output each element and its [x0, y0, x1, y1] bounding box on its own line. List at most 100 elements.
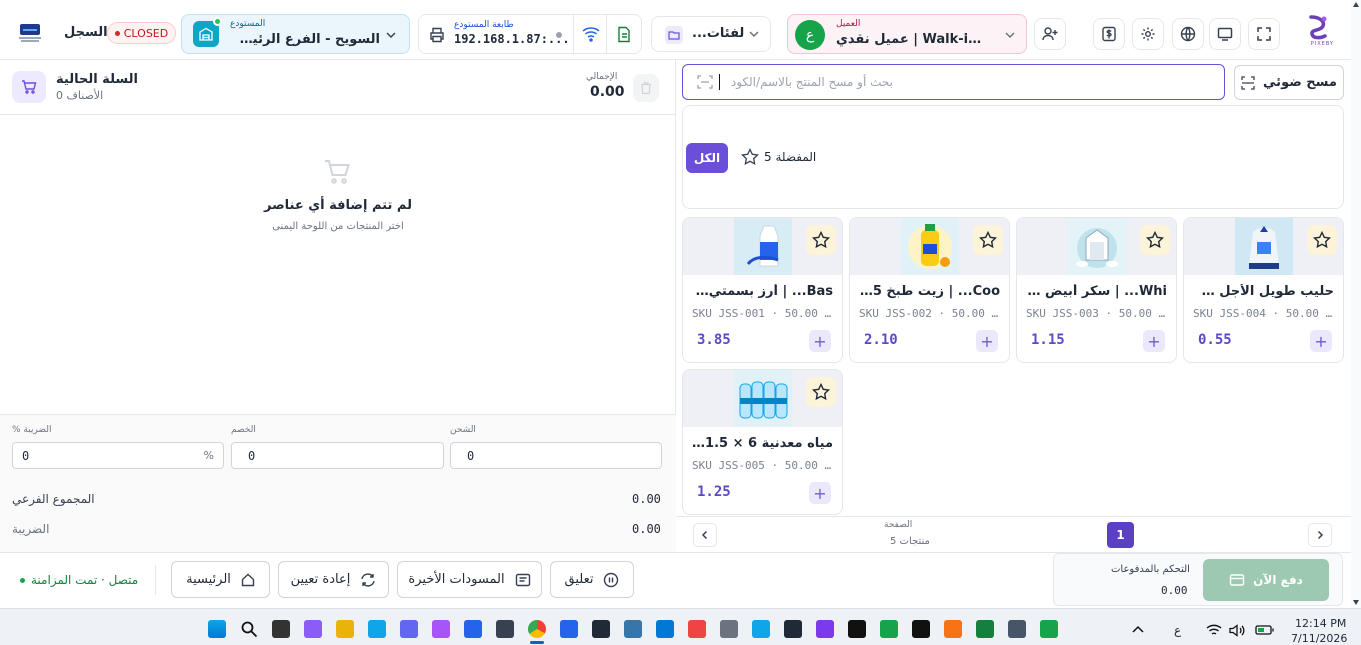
app-icon[interactable] — [752, 620, 770, 638]
chatgpt-icon[interactable] — [848, 620, 866, 638]
settings-button[interactable] — [1132, 18, 1164, 50]
add-to-cart-button[interactable]: + — [809, 482, 831, 504]
product-card[interactable]: مياه معدنية 6 × 1.5 لتر ... SKU JSS-005 ·… — [682, 369, 843, 515]
page-scrollbar[interactable] — [1351, 0, 1361, 608]
teams-icon[interactable] — [400, 620, 418, 638]
tax-input[interactable]: 0 % — [12, 442, 224, 469]
favorite-button[interactable] — [1140, 225, 1170, 255]
task-view-icon[interactable] — [272, 620, 290, 638]
product-card[interactable]: حليب طويل الأجل 1 لتر |... SKU JSS-004 · … — [1183, 217, 1344, 363]
home-button[interactable]: الرئيسية — [171, 561, 270, 598]
printer-caption: طابعة المستودع — [454, 20, 514, 30]
app-icon[interactable] — [1008, 620, 1026, 638]
product-search-input[interactable]: بحث أو مسح المنتج بالاسم/الكود — [682, 64, 1225, 100]
warehouse-online-dot — [213, 17, 222, 26]
add-to-cart-button[interactable]: + — [1310, 330, 1332, 352]
chrome-icon[interactable] — [528, 620, 546, 638]
taskbar-lang[interactable]: ع — [1174, 623, 1181, 637]
product-sku: SKU JSS-004 · 50.00 ... — [1193, 307, 1334, 320]
product-sku: SKU JSS-001 · 50.00 ... — [692, 307, 833, 320]
clear-cart-button[interactable] — [633, 74, 659, 102]
reset-button[interactable]: إعادة تعيين — [278, 561, 389, 598]
copilot-icon[interactable] — [304, 620, 322, 638]
terminal-icon[interactable] — [496, 620, 514, 638]
filter-favorites-chip[interactable]: المفضلة 5 — [764, 150, 816, 164]
prev-page-button[interactable] — [693, 523, 717, 547]
filter-all-chip[interactable]: الكل — [686, 143, 728, 173]
language-button[interactable] — [1172, 18, 1204, 50]
scan-button[interactable]: مسح ضوئي — [1234, 65, 1344, 100]
favorite-button[interactable] — [1307, 225, 1337, 255]
windows-taskbar: 12:14 PM 7/11/2026 ع — [0, 608, 1361, 645]
vscode-icon[interactable] — [560, 620, 578, 638]
next-page-button[interactable] — [1308, 523, 1332, 547]
subtotal-label: المجموع الفرعي — [12, 492, 95, 506]
product-card[interactable]: Coo... | زيت طبخ 1.5 لتر SKU JSS-002 · 50… — [849, 217, 1010, 363]
register-closed-badge: CLOSED — [107, 22, 176, 44]
discount-input[interactable]: 0 — [231, 442, 444, 469]
warehouse-value: السويح - الفرع الرئيسي ... — [230, 32, 380, 47]
discount-label: الخصم — [231, 425, 256, 435]
windows-start-icon[interactable] — [208, 620, 226, 638]
battery-icon — [1255, 625, 1274, 635]
customer-select[interactable]: ع العميل عميل نقدي | Walk-in C... — [787, 14, 1027, 54]
excel-icon[interactable] — [976, 620, 994, 638]
star-icon — [812, 231, 830, 249]
sync-status: متصل · تمت المزامنة — [20, 573, 138, 587]
anydesk-icon[interactable] — [688, 620, 706, 638]
tax-row-value: 0.00 — [632, 522, 661, 536]
closed-text: CLOSED — [123, 26, 169, 40]
product-card[interactable]: Bas... | أرز بسمتي 5 كجم SKU JSS-001 · 50… — [682, 217, 843, 363]
app-icon[interactable] — [1040, 620, 1058, 638]
warehouse-select[interactable]: المستودع السويح - الفرع الرئيسي ... — [181, 14, 410, 54]
suspend-button[interactable]: تعليق — [550, 561, 634, 598]
display-button[interactable] — [1209, 18, 1241, 50]
product-card[interactable]: Whi... | سكر أبيض 2 كجم SKU JSS-003 · 50.… — [1016, 217, 1177, 363]
favorite-button[interactable] — [806, 225, 836, 255]
remote-desktop-icon[interactable] — [464, 620, 482, 638]
app-icon[interactable] — [784, 620, 802, 638]
plus-icon: + — [980, 331, 994, 351]
customer-caption: العميل — [836, 19, 861, 29]
cart-panel: السلة الحالية الأصناف 0 الإجمالي 0.00 لم… — [0, 60, 676, 552]
app-icon[interactable] — [880, 620, 898, 638]
favorite-button[interactable] — [973, 225, 1003, 255]
product-sku: SKU JSS-003 · 50.00 ... — [1026, 307, 1167, 320]
warehouse-printer[interactable]: طابعة المستودع 192.168.1.87:... — [418, 14, 642, 54]
categories-select[interactable]: ...لفئات — [651, 16, 771, 52]
edge-icon[interactable] — [368, 620, 386, 638]
search-icon[interactable] — [240, 620, 258, 638]
taskbar-time: 12:14 PM — [1295, 617, 1347, 630]
globe-icon — [1180, 26, 1196, 42]
chevron-up-icon[interactable] — [1132, 625, 1144, 633]
product-image — [734, 370, 792, 427]
app-icon[interactable] — [720, 620, 738, 638]
recent-drafts-button[interactable]: المسودات الأخيرة — [397, 561, 542, 598]
file-explorer-icon[interactable] — [336, 620, 354, 638]
app-icon[interactable] — [816, 620, 834, 638]
python-icon[interactable] — [624, 620, 642, 638]
pay-now-button[interactable]: دفع الآن — [1203, 559, 1329, 601]
add-to-cart-button[interactable]: + — [809, 330, 831, 352]
add-to-cart-button[interactable]: + — [976, 330, 998, 352]
plus-icon: + — [813, 483, 827, 503]
app-icon[interactable] — [592, 620, 610, 638]
favorite-button[interactable] — [806, 377, 836, 407]
currency-button[interactable] — [1093, 18, 1125, 50]
shipping-input[interactable]: 0 — [450, 442, 662, 469]
current-page-button[interactable]: 1 — [1107, 522, 1134, 548]
app-icon[interactable] — [912, 620, 930, 638]
snipping-icon[interactable] — [432, 620, 450, 638]
register-label[interactable]: السجل — [64, 25, 108, 40]
product-image — [1235, 218, 1293, 275]
star-icon — [741, 148, 759, 166]
app-icon[interactable] — [944, 620, 962, 638]
outlook-icon[interactable] — [656, 620, 674, 638]
pagination-bar: الصفحة 1 منتجات 5 1 — [676, 516, 1351, 552]
percent-suffix: % — [203, 449, 214, 462]
add-to-cart-button[interactable]: + — [1143, 330, 1165, 352]
document-icon[interactable] — [616, 26, 632, 43]
fullscreen-button[interactable] — [1248, 18, 1280, 50]
product-image — [1068, 218, 1126, 275]
add-customer-button[interactable] — [1034, 18, 1066, 50]
